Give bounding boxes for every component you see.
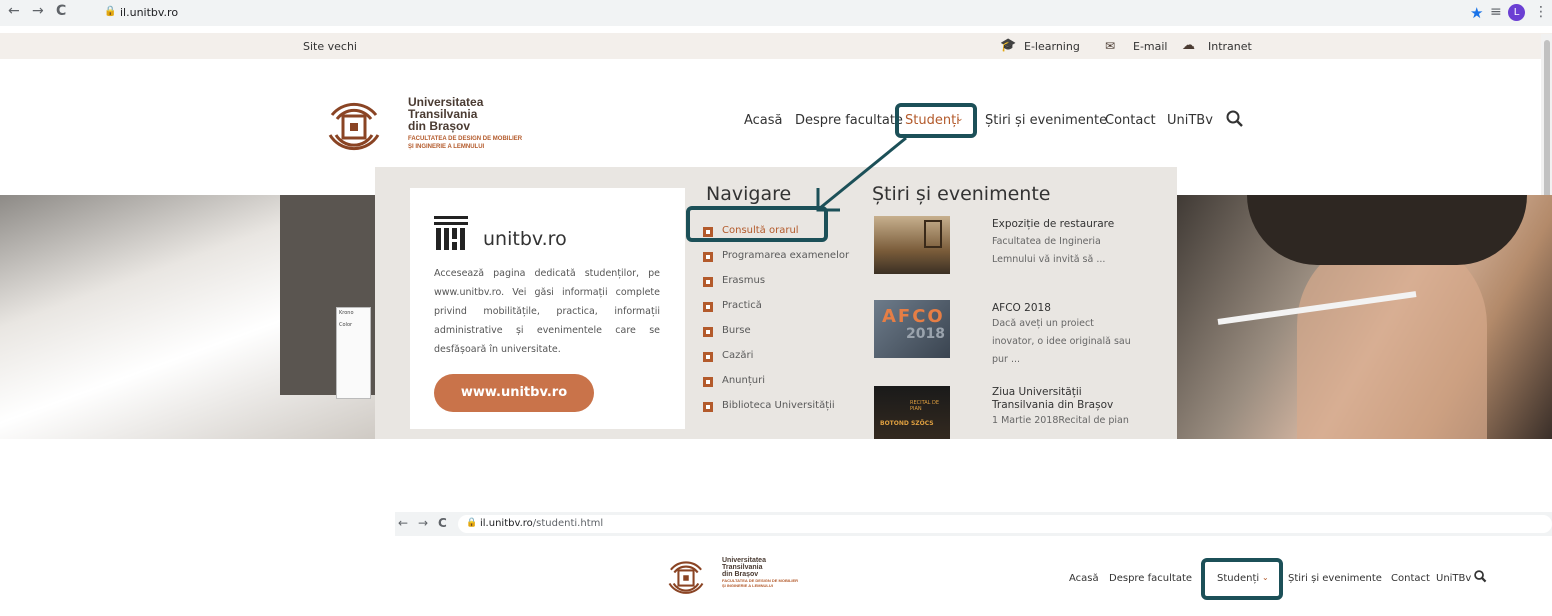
bullet-icon	[703, 352, 713, 362]
menu2-home[interactable]: Acasă	[1069, 573, 1099, 584]
menu2-contact[interactable]: Contact	[1391, 573, 1430, 584]
faculty-line-1: FACULTATEA DE DESIGN DE MOBILIER	[408, 136, 523, 142]
reload-icon-2[interactable]: C	[438, 516, 447, 530]
news-heading: Știri și evenimente	[872, 183, 1051, 205]
faculty2-line-2: ȘI INGINERIE A LEMNULUI	[722, 583, 773, 588]
menu2-students[interactable]: Studenți	[1217, 573, 1259, 584]
news-thumb-afco[interactable]: AFCO 2018	[874, 300, 950, 358]
cloud-icon: ☁	[1182, 38, 1195, 53]
logo-text: Universitatea Transilvania din Brașov FA…	[408, 96, 522, 151]
news-desc-2b: inovator, o idee originală sau	[992, 336, 1131, 347]
logo-text-2: Universitatea Transilvania din Brașov FA…	[722, 557, 798, 588]
url-path-2: /studenti.html	[532, 518, 604, 529]
menu2-unitbv[interactable]: UniTBv	[1436, 573, 1471, 584]
hero-image-right	[1177, 195, 1552, 439]
news-desc-1b: Lemnului vă invită să ...	[992, 254, 1106, 265]
news-desc-2c: pur ...	[992, 354, 1021, 365]
faculty-line-2: ȘI INGINERIE A LEMNULUI	[408, 144, 485, 150]
back-icon-2[interactable]: ←	[398, 516, 408, 530]
intranet-link[interactable]: Intranet	[1208, 40, 1252, 53]
lock-icon: 🔒	[104, 6, 117, 17]
forward-icon-2[interactable]: →	[418, 516, 428, 530]
menu-home[interactable]: Acasă	[744, 113, 783, 128]
nav-item-practice[interactable]: Practică	[722, 300, 762, 311]
url-host-2: il.unitbv.ro	[480, 518, 533, 529]
address-bar[interactable]	[92, 4, 1492, 22]
nav-item-erasmus[interactable]: Erasmus	[722, 275, 765, 286]
envelope-icon: ✉	[1105, 39, 1116, 53]
profile-avatar[interactable]: L	[1508, 4, 1525, 21]
address-bar-2[interactable]	[458, 515, 1552, 533]
news-title-3b[interactable]: Transilvania din Brașov	[992, 399, 1113, 412]
reload-icon[interactable]: C	[56, 3, 66, 19]
bullet-icon	[703, 252, 713, 262]
unitbv-button[interactable]: www.unitbv.ro	[434, 374, 594, 412]
search-icon-2[interactable]	[1474, 570, 1487, 583]
nav-item-exams[interactable]: Programarea examenelor	[722, 250, 849, 261]
old-site-link[interactable]: Site vechi	[303, 40, 357, 53]
news-desc-2a: Dacă aveți un proiect	[992, 318, 1094, 329]
logo2-line-2: Transilvania	[722, 564, 763, 571]
news-title-3a[interactable]: Ziua Universității	[992, 386, 1082, 399]
menu-students[interactable]: Studenți	[905, 113, 960, 128]
bullet-icon	[703, 302, 713, 312]
hero-card-color: Color	[339, 322, 353, 328]
reading-list-icon[interactable]: ≡	[1490, 4, 1502, 20]
nav-item-library[interactable]: Biblioteca Universității	[722, 400, 835, 411]
news-thumb-exhibition[interactable]	[874, 216, 950, 274]
url-text[interactable]: il.unitbv.ro	[120, 6, 178, 19]
university-logo-icon[interactable]	[322, 95, 386, 159]
menu2-about[interactable]: Despre facultate	[1109, 573, 1192, 584]
forward-icon[interactable]: →	[32, 3, 44, 19]
bullet-icon	[703, 402, 713, 412]
menu-unitbv[interactable]: UniTBv	[1167, 113, 1213, 128]
menu-news[interactable]: Știri și evenimente	[985, 113, 1107, 128]
menu-contact[interactable]: Contact	[1105, 113, 1156, 128]
email-link[interactable]: E-mail	[1133, 40, 1168, 53]
university-logo-icon-2[interactable]	[664, 556, 708, 600]
bullet-icon	[703, 277, 713, 287]
recital-thumb-name: BOTOND SZŐCS	[880, 420, 934, 427]
afco-thumb-year: 2018	[906, 326, 945, 342]
news-desc-3a: 1 Martie 2018Recital de pian	[992, 415, 1129, 426]
search-icon[interactable]	[1226, 110, 1244, 128]
menu-dots-icon[interactable]: ⋮	[1534, 4, 1548, 20]
elearning-link[interactable]: E-learning	[1024, 40, 1080, 53]
recital-thumb-tag: RECITAL DE PIAN	[910, 400, 940, 412]
news-title-2[interactable]: AFCO 2018	[992, 302, 1051, 315]
url-text-2[interactable]: il.unitbv.ro/studenti.html	[480, 518, 603, 529]
hero-image-left: Krono Color	[0, 195, 375, 439]
graduation-cap-icon: 🎓	[1000, 38, 1017, 53]
nav-item-housing[interactable]: Cazări	[722, 350, 753, 361]
building-columns-icon	[434, 216, 468, 250]
nav-item-schedule[interactable]: Consultă orarul	[722, 225, 799, 236]
hero-card-brand: Krono	[339, 310, 354, 316]
news-thumb-recital[interactable]: RECITAL DE PIAN BOTOND SZŐCS	[874, 386, 950, 439]
bullet-icon	[703, 377, 713, 387]
chevron-down-icon[interactable]: ⌄	[956, 114, 964, 124]
news-title-1[interactable]: Expoziție de restaurare	[992, 218, 1114, 231]
bookmark-star-icon[interactable]: ★	[1470, 4, 1483, 22]
lock-icon-2: 🔒	[466, 518, 478, 528]
afco-thumb-text: AFCO	[882, 306, 945, 327]
chevron-down-icon-2[interactable]: ⌄	[1262, 573, 1269, 582]
logo2-line-1: Universitatea	[722, 557, 766, 564]
logo2-line-3: din Brașov	[722, 571, 759, 578]
top-bar	[0, 33, 1552, 59]
logo-line-3: din Brașov	[408, 119, 471, 133]
nav-item-announcements[interactable]: Anunțuri	[722, 375, 765, 386]
bullet-icon	[703, 227, 713, 237]
bullet-icon	[703, 327, 713, 337]
back-icon[interactable]: ←	[8, 3, 20, 19]
card-title: unitbv.ro	[483, 228, 567, 250]
nav-item-scholarships[interactable]: Burse	[722, 325, 751, 336]
menu2-news[interactable]: Știri și evenimente	[1288, 573, 1382, 584]
card-text: Accesează pagina dedicată studenților, p…	[434, 268, 660, 355]
menu-about[interactable]: Despre facultate	[795, 113, 903, 128]
news-desc-1a: Facultatea de Ingineria	[992, 236, 1101, 247]
annotation-arrow	[816, 136, 907, 212]
navigation-heading: Navigare	[706, 183, 792, 205]
